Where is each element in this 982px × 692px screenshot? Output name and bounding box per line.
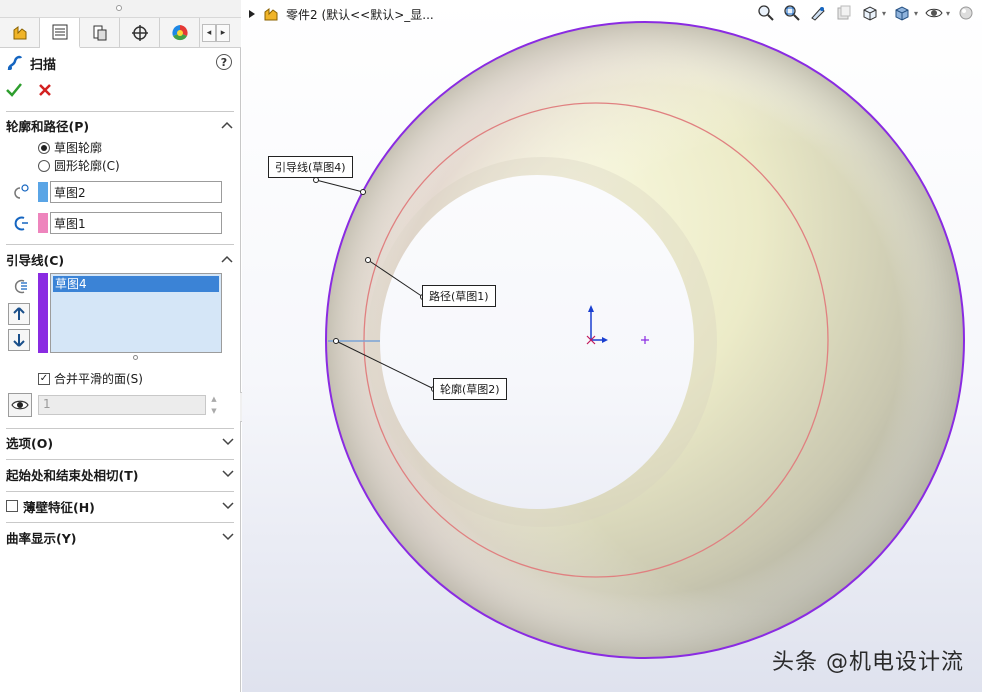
tab-feature-manager[interactable] bbox=[0, 18, 40, 48]
radio-button-unchecked[interactable] bbox=[38, 159, 50, 172]
section-count-field[interactable]: 1 bbox=[38, 395, 206, 415]
section-thin-feature-title: 薄壁特征(H) bbox=[23, 499, 95, 515]
tab-dimxpert-manager[interactable] bbox=[120, 18, 160, 48]
tab-property-manager[interactable] bbox=[40, 18, 80, 48]
merge-smooth-faces-option[interactable]: ✓ 合并平滑的面(S) bbox=[38, 370, 143, 387]
tab-configuration-manager[interactable] bbox=[80, 18, 120, 48]
property-manager-icon bbox=[52, 24, 67, 40]
section-count-spinner[interactable]: ▲ ▼ bbox=[208, 395, 220, 415]
guide-curve-list-item[interactable]: 草图4 bbox=[53, 276, 219, 292]
display-manager-icon bbox=[171, 25, 188, 41]
profile-callout[interactable]: 轮廓(草图2) bbox=[433, 378, 507, 400]
divider bbox=[6, 111, 234, 112]
divider bbox=[6, 522, 234, 523]
section-tangency-title: 起始处和结束处相切(T) bbox=[6, 467, 139, 483]
cross-icon[interactable] bbox=[38, 83, 52, 97]
chevron-down-icon bbox=[222, 438, 234, 446]
profile-selection-icon bbox=[8, 182, 32, 202]
chevron-up-icon bbox=[220, 252, 234, 266]
tab-scroll-left-button[interactable]: ◂ bbox=[202, 24, 216, 42]
path-field-row: 草图1 bbox=[8, 211, 224, 235]
divider bbox=[6, 244, 234, 245]
path-callout[interactable]: 路径(草图1) bbox=[422, 285, 496, 307]
feature-manager-icon bbox=[13, 26, 26, 40]
eye-icon bbox=[11, 400, 29, 410]
configuration-manager-icon bbox=[93, 25, 106, 41]
chevron-down-icon bbox=[222, 533, 234, 541]
radio-button-checked[interactable] bbox=[38, 141, 50, 154]
tab-display-manager[interactable] bbox=[160, 18, 200, 48]
arrow-down-icon bbox=[13, 334, 25, 347]
merge-smooth-faces-label: 合并平滑的面(S) bbox=[54, 372, 143, 386]
show-sections-button[interactable] bbox=[8, 393, 32, 417]
radio-sketch-profile[interactable]: 草图轮廓 bbox=[38, 139, 102, 156]
graphics-viewport[interactable]: 零件2 (默认<<默认>_显... ▾ ▾ ▾ 引导线(草图4) 路径(草图1)… bbox=[242, 0, 982, 692]
move-down-button[interactable] bbox=[8, 329, 30, 351]
section-guide-curves-header[interactable]: 引导线(C) bbox=[6, 248, 234, 270]
section-options-header[interactable]: 选项(O) bbox=[6, 430, 234, 454]
merge-smooth-faces-checkbox[interactable]: ✓ bbox=[38, 372, 50, 385]
chevron-down-icon bbox=[222, 470, 234, 478]
section-guide-curves-title: 引导线(C) bbox=[6, 252, 65, 268]
profile-field-row: 草图2 bbox=[8, 180, 224, 204]
divider bbox=[6, 459, 234, 460]
radio-circular-profile[interactable]: 圆形轮廓(C) bbox=[38, 157, 120, 174]
profile-selection-box[interactable]: 草图2 bbox=[50, 181, 222, 203]
path-selection-icon bbox=[8, 213, 32, 233]
model-view[interactable] bbox=[242, 0, 982, 692]
thin-feature-checkbox[interactable] bbox=[6, 500, 18, 512]
guide-curve-selection-icon bbox=[8, 276, 32, 296]
arrow-up-icon bbox=[13, 307, 25, 320]
manager-tab-bar: ◂ ▸ bbox=[0, 18, 241, 48]
path-selection-box[interactable]: 草图1 bbox=[50, 212, 222, 234]
dimxpert-icon bbox=[131, 25, 148, 41]
divider bbox=[6, 491, 234, 492]
help-icon[interactable]: ? bbox=[216, 54, 232, 70]
thin-feature-option[interactable]: 薄壁特征(H) bbox=[6, 497, 95, 516]
section-tangency-header[interactable]: 起始处和结束处相切(T) bbox=[6, 462, 234, 486]
guide-curve-list[interactable]: 草图4 bbox=[50, 273, 222, 353]
spin-down-icon[interactable]: ▼ bbox=[211, 407, 216, 415]
section-profile-path-title: 轮廓和路径(P) bbox=[6, 118, 90, 134]
section-curvature-header[interactable]: 曲率显示(Y) bbox=[6, 525, 234, 549]
solidworks-window: ◂ ▸ 扫描 ? 轮廓和路径(P) 草图轮廓 圆形轮廓(C) 草图2 草图1 引… bbox=[0, 0, 982, 692]
spin-up-icon[interactable]: ▲ bbox=[211, 395, 216, 403]
panel-grip[interactable] bbox=[0, 0, 241, 18]
move-up-button[interactable] bbox=[8, 303, 30, 325]
section-thin-feature-header[interactable]: 薄壁特征(H) bbox=[6, 494, 234, 518]
guide-curve-callout[interactable]: 引导线(草图4) bbox=[268, 156, 353, 178]
watermark: 头条 @机电设计流 bbox=[772, 650, 964, 675]
property-manager-title: 扫描 bbox=[30, 57, 57, 73]
section-profile-path-header[interactable]: 轮廓和路径(P) bbox=[6, 114, 234, 136]
property-manager-panel: ◂ ▸ 扫描 ? 轮廓和路径(P) 草图轮廓 圆形轮廓(C) 草图2 草图1 引… bbox=[0, 0, 241, 692]
radio-sketch-profile-label: 草图轮廓 bbox=[54, 141, 103, 155]
divider bbox=[6, 428, 234, 429]
section-options-title: 选项(O) bbox=[6, 435, 54, 451]
section-curvature-title: 曲率显示(Y) bbox=[6, 530, 77, 546]
check-icon[interactable] bbox=[6, 83, 22, 97]
path-color-swatch bbox=[38, 213, 48, 233]
property-manager-header: 扫描 ? bbox=[6, 52, 236, 74]
guide-color-swatch bbox=[38, 273, 48, 353]
profile-color-swatch bbox=[38, 182, 48, 202]
tab-scroll-right-button[interactable]: ▸ bbox=[216, 24, 230, 42]
confirm-row bbox=[6, 80, 52, 100]
chevron-up-icon bbox=[220, 118, 234, 132]
list-resize-handle[interactable] bbox=[133, 355, 138, 360]
chevron-down-icon bbox=[222, 502, 234, 510]
radio-circular-profile-label: 圆形轮廓(C) bbox=[54, 159, 120, 173]
sweep-icon bbox=[7, 55, 23, 71]
